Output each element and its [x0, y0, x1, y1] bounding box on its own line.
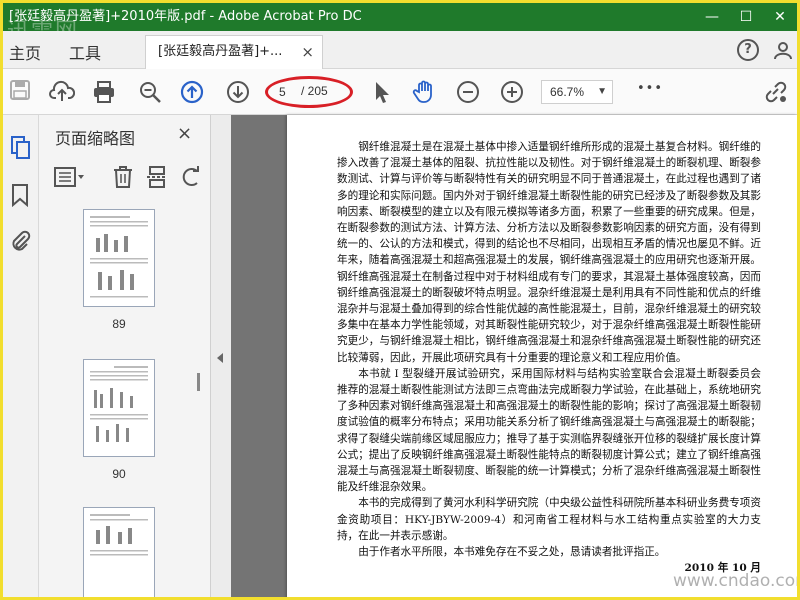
- document-view[interactable]: 钢纤维混凝土是在混凝土基体中掺入适量钢纤维所形成的混凝土基复合材料。钢纤维的掺入…: [231, 115, 797, 597]
- panel-splitter[interactable]: [211, 115, 231, 597]
- share-link-icon[interactable]: [763, 79, 789, 105]
- thumbnail-page[interactable]: [83, 359, 155, 457]
- select-cursor-icon[interactable]: [369, 79, 395, 105]
- upload-cloud-icon[interactable]: [49, 79, 76, 105]
- tab-close-icon[interactable]: ×: [301, 36, 314, 68]
- signature-date: 2010 年 10 月: [684, 562, 761, 575]
- options-menu-icon[interactable]: [53, 165, 87, 193]
- page-number-input[interactable]: [279, 83, 299, 101]
- paragraph: 钢纤维混凝土是在混凝土基体中掺入适量钢纤维所形成的混凝土基复合材料。钢纤维的掺入…: [337, 141, 761, 364]
- delete-icon[interactable]: [111, 165, 135, 193]
- rotate-icon[interactable]: [179, 165, 203, 193]
- thumbnail-page[interactable]: [83, 507, 155, 597]
- title-bar: [张廷毅高丹盈著]+2010年版.pdf - Adobe Acrobat Pro…: [3, 3, 797, 31]
- paragraph: 本书的完成得到了黄河水利科学研究院（中央级公益性科研院所基本科研业务费专项资金资…: [337, 497, 761, 542]
- thumbnail-page-number: 89: [112, 317, 126, 331]
- print-icon[interactable]: [91, 79, 117, 105]
- app-window: [张廷毅高丹盈著]+2010年版.pdf - Adobe Acrobat Pro…: [0, 0, 800, 600]
- next-page-icon[interactable]: [225, 79, 251, 105]
- help-icon[interactable]: ?: [737, 39, 759, 61]
- previous-page-icon[interactable]: [179, 79, 205, 105]
- save-icon[interactable]: [9, 79, 35, 105]
- more-tools-icon[interactable]: •••: [637, 81, 663, 96]
- zoom-select[interactable]: 66.7% ▼: [541, 80, 613, 104]
- menu-bar: 主页 工具 [张廷毅高丹盈著]+... × ?: [3, 31, 797, 69]
- extract-pages-icon[interactable]: [145, 165, 169, 193]
- document-page: 钢纤维混凝土是在混凝土基体中掺入适量钢纤维所形成的混凝土基复合材料。钢纤维的掺入…: [287, 115, 797, 597]
- paragraph: 由于作者水平所限，本书难免存在不妥之处，恳请读者批评指正。: [358, 546, 666, 559]
- thumbnail-panel: 页面缩略图 × 89 90: [39, 115, 211, 597]
- thumbnail-page-number: 90: [112, 467, 126, 481]
- minimize-button[interactable]: —: [695, 3, 729, 31]
- thumbnail-page[interactable]: [83, 209, 155, 307]
- paragraph: 本书就 I 型裂缝开展试验研究，采用国际材料与结构实验室联合会混凝土断裂委员会推…: [337, 367, 761, 494]
- thumbnail-panel-title: 页面缩略图: [55, 129, 136, 148]
- window-title: [张廷毅高丹盈著]+2010年版.pdf - Adobe Acrobat Pro…: [9, 9, 362, 24]
- close-window-button[interactable]: ✕: [763, 3, 797, 31]
- zoom-out-icon[interactable]: [455, 79, 481, 105]
- thumbnail-scrollbar[interactable]: [197, 373, 200, 391]
- document-tab-label: [张廷毅高丹盈著]+...: [158, 44, 283, 59]
- close-icon[interactable]: ×: [177, 123, 192, 144]
- document-tab[interactable]: [张廷毅高丹盈著]+... ×: [145, 35, 323, 69]
- hand-tool-icon[interactable]: [411, 79, 437, 105]
- sign-in-icon[interactable]: [773, 40, 793, 60]
- bookmark-icon[interactable]: [10, 183, 30, 211]
- zoom-search-icon[interactable]: [137, 79, 163, 105]
- zoom-in-icon[interactable]: [499, 79, 525, 105]
- navigation-rail: [3, 115, 39, 597]
- menu-home[interactable]: 主页: [9, 40, 41, 64]
- collapse-panel-icon[interactable]: [217, 353, 223, 363]
- toolbar: / 205 66.7% ▼ •••: [3, 69, 797, 115]
- zoom-value: 66.7%: [550, 85, 585, 99]
- page-thumbnails-icon[interactable]: [9, 135, 33, 165]
- menu-tools[interactable]: 工具: [69, 40, 101, 64]
- maximize-button[interactable]: ☐: [729, 3, 763, 31]
- page-total: / 205: [301, 84, 328, 98]
- attachment-icon[interactable]: [9, 229, 31, 257]
- chevron-down-icon: ▼: [597, 86, 607, 97]
